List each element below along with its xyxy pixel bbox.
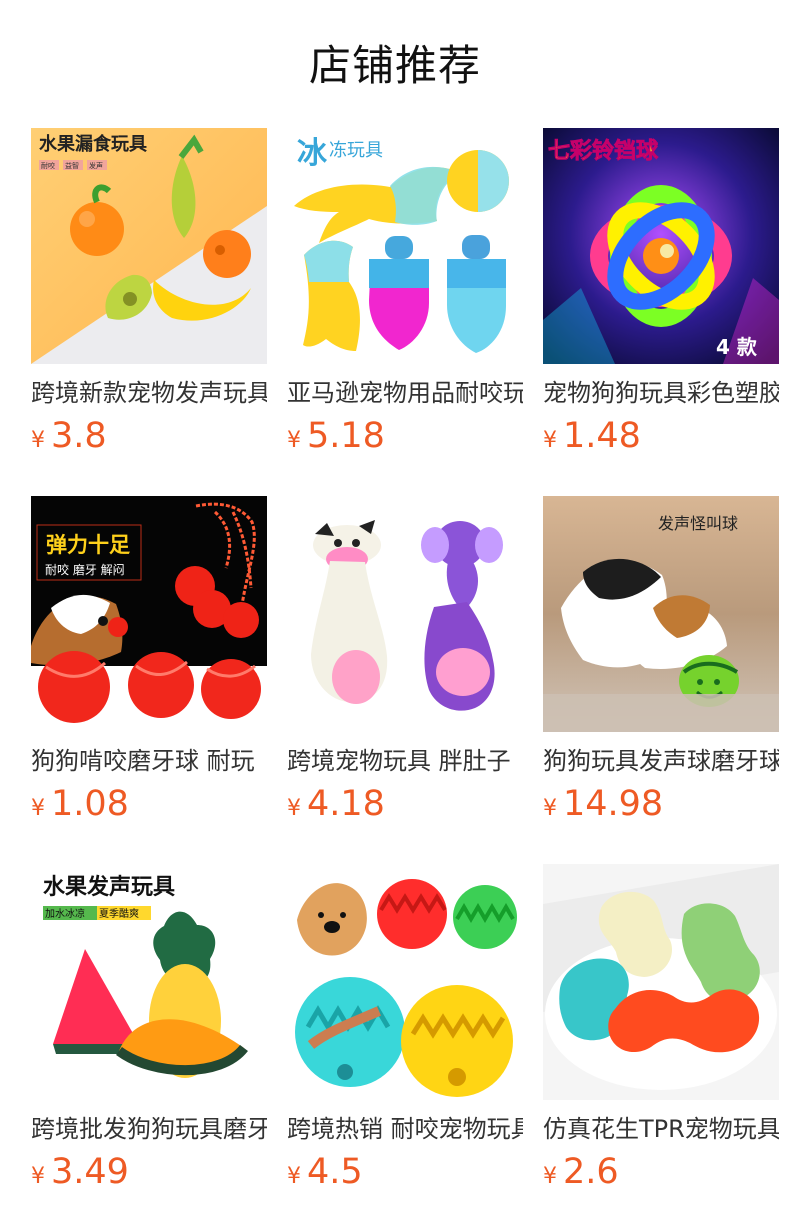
image-title: 水果漏食玩具 [39,133,147,155]
squeaky-ball-dog-image: 发声怪叫球 [543,496,779,732]
product-image[interactable] [287,864,523,1100]
product-price: ¥1.48 [543,414,641,458]
product-price: ¥14.98 [543,782,663,826]
product-card[interactable]: 冰 冻玩具 亚马逊宠物用品耐咬玩具 ¥5. [287,128,523,496]
image-subtitle: 耐咬 磨牙 解闷 [45,562,125,577]
product-image[interactable] [287,496,523,732]
currency-symbol: ¥ [543,796,557,821]
currency-symbol: ¥ [31,1164,45,1189]
product-card[interactable]: 跨境热销 耐咬宠物玩具 ¥4.5 [287,864,523,1232]
image-tag: 发声 [89,161,103,170]
product-name[interactable]: 亚马逊宠物用品耐咬玩具 [287,376,523,410]
image-title-b: 冻玩具 [329,140,383,161]
product-image[interactable]: 弹力十足 耐咬 磨牙 解闷 [31,496,267,732]
colorful-bell-ball-image: 七彩铃铛球 4 款 [543,128,779,364]
image-tag: 耐咬 [41,161,55,170]
product-image[interactable] [543,864,779,1100]
image-tag-b: 夏季酷爽 [99,908,139,920]
currency-symbol: ¥ [31,796,45,821]
image-title: 发声怪叫球 [658,514,738,533]
price-value: 14.98 [563,784,664,824]
peanut-toys-image [543,864,779,1100]
product-name[interactable]: 狗狗玩具发声球磨牙球 [543,744,779,778]
product-image[interactable]: 冰 冻玩具 [287,128,523,364]
price-value: 1.08 [51,784,129,824]
price-value: 5.18 [307,416,385,456]
product-card[interactable]: 七彩铃铛球 4 款 宠物狗狗玩具彩色塑胶球 ¥1.48 [543,128,779,496]
image-title: 弹力十足 [46,533,130,557]
product-image[interactable]: 发声怪叫球 [543,496,779,732]
image-badge: 4 款 [716,335,758,359]
chew-balls-image [287,864,523,1100]
product-price: ¥2.6 [543,1150,619,1194]
squeaky-animal-toys-image [287,496,523,732]
image-title: 七彩铃铛球 [548,138,659,164]
price-value: 4.18 [307,784,385,824]
product-name[interactable]: 跨境批发狗狗玩具磨牙 [31,1112,267,1146]
rubber-balls-image: 弹力十足 耐咬 磨牙 解闷 [31,496,267,732]
product-name[interactable]: 仿真花生TPR宠物玩具 [543,1112,779,1146]
product-price: ¥4.18 [287,782,385,826]
image-title: 水果发声玩具 [43,874,175,900]
product-name[interactable]: 宠物狗狗玩具彩色塑胶球 [543,376,779,410]
product-name[interactable]: 狗狗啃咬磨牙球 耐玩 [31,744,267,778]
image-tag-a: 加水冰凉 [45,907,85,920]
product-card[interactable]: 发声怪叫球 狗狗玩具发声球磨牙球 ¥14.98 [543,496,779,864]
product-image[interactable]: 水果发声玩具 加水冰凉 夏季酷爽 [31,864,267,1100]
price-value: 3.8 [51,416,107,456]
fruit-squeaky-toy-image: 水果发声玩具 加水冰凉 夏季酷爽 [31,864,267,1100]
product-card[interactable]: 水果漏食玩具 耐咬 益智 发声 跨境新款宠物发声玩具 ¥ 3.8 [31,128,267,496]
price-value: 3.49 [51,1152,129,1192]
product-price: ¥5.18 [287,414,385,458]
product-name[interactable]: 跨境宠物玩具 胖肚子 [287,744,523,778]
image-title-a: 冰 [297,136,328,171]
product-card[interactable]: 弹力十足 耐咬 磨牙 解闷 狗狗啃咬磨牙球 耐玩 ¥ 1.08 [31,496,267,864]
currency-symbol: ¥ [543,1164,557,1189]
frozen-toy-image: 冰 冻玩具 [287,128,523,364]
recommendation-page: 店铺推荐 水果漏食玩具 耐咬 益智 发声 跨境新款宠物发声玩具 ¥ 3.8 冰 … [0,0,790,1232]
product-image[interactable]: 七彩铃铛球 4 款 [543,128,779,364]
product-card[interactable]: 跨境宠物玩具 胖肚子 ¥4.18 [287,496,523,864]
product-name[interactable]: 跨境热销 耐咬宠物玩具 [287,1112,523,1146]
product-grid: 水果漏食玩具 耐咬 益智 发声 跨境新款宠物发声玩具 ¥ 3.8 冰 冻玩具 亚… [31,128,780,1232]
price-value: 2.6 [563,1152,619,1192]
currency-symbol: ¥ [287,796,301,821]
product-price: ¥3.49 [31,1150,129,1194]
currency-symbol: ¥ [543,428,557,453]
product-price: ¥4.5 [287,1150,363,1194]
price-value: 4.5 [307,1152,363,1192]
product-price: ¥3.8 [31,414,107,458]
product-name[interactable]: 跨境新款宠物发声玩具 [31,376,267,410]
currency-symbol: ¥ [287,428,301,453]
product-price: ¥1.08 [31,782,129,826]
section-title: 店铺推荐 [308,41,481,90]
currency-symbol: ¥ [31,428,45,453]
image-tag: 益智 [65,161,79,170]
product-card[interactable]: 仿真花生TPR宠物玩具 ¥2.6 [543,864,779,1232]
fruit-toy-image: 水果漏食玩具 耐咬 益智 发声 [31,128,267,364]
product-image[interactable]: 水果漏食玩具 耐咬 益智 发声 [31,128,267,364]
product-card[interactable]: 水果发声玩具 加水冰凉 夏季酷爽 跨境批发狗狗玩具磨牙 ¥3.49 [31,864,267,1232]
currency-symbol: ¥ [287,1164,301,1189]
price-value: 1.48 [563,416,641,456]
